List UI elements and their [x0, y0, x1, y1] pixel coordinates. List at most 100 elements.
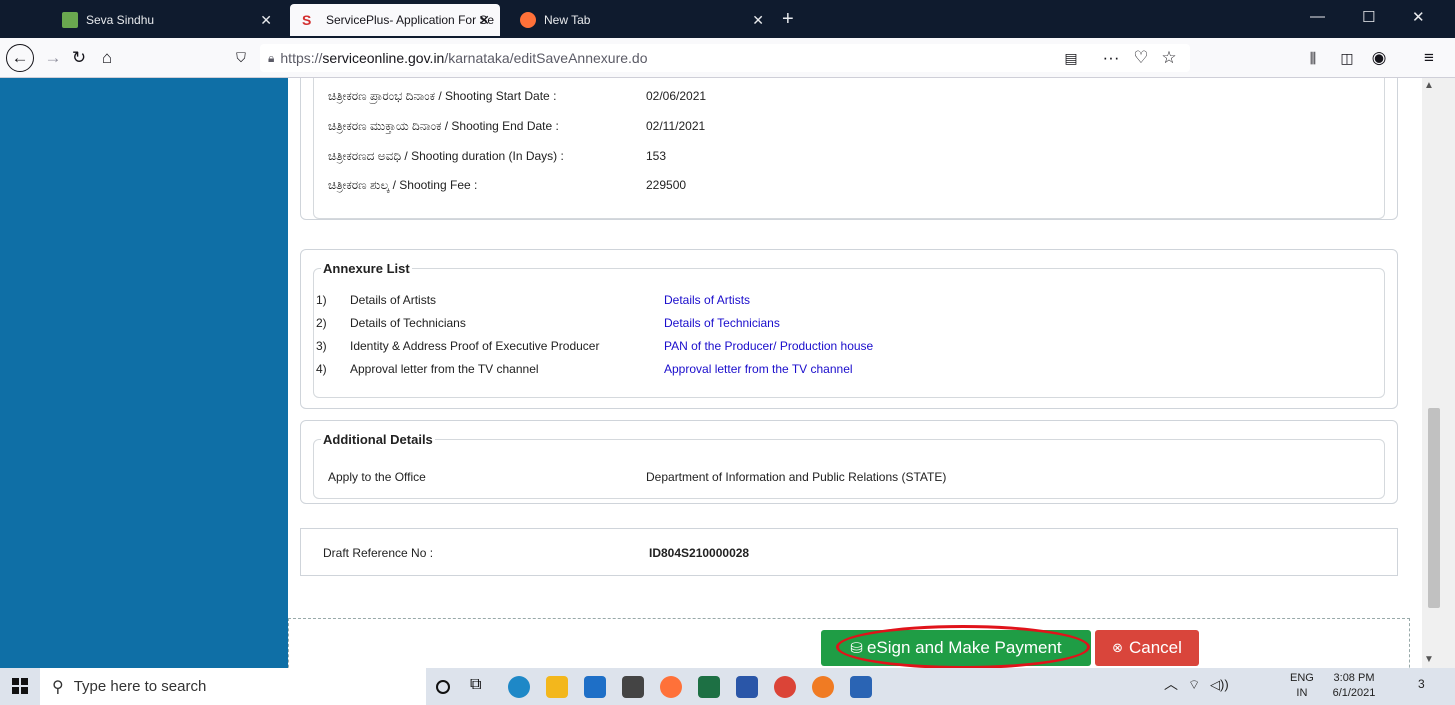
annexure-num: 1)	[316, 293, 327, 307]
back-button[interactable]: ←	[6, 44, 34, 72]
mail-icon[interactable]	[584, 676, 606, 698]
file-explorer-icon[interactable]	[546, 676, 568, 698]
tab-title: New Tab	[544, 13, 591, 27]
app-orange-icon[interactable]	[812, 676, 834, 698]
sidebar-icon[interactable]: ◫	[1334, 45, 1360, 71]
windows-taskbar: ⚲ Type here to search ⧉ ︿ ⌔ ◁)) ENG IN 3…	[0, 668, 1455, 705]
app-icon[interactable]	[736, 676, 758, 698]
close-icon[interactable]: ✕	[478, 12, 490, 29]
page-content: ಚಿತ್ರೀಕರಣ ಪ್ರಾರಂಭ ದಿನಾಂಕ / Shooting Star…	[0, 78, 1455, 668]
scroll-up-icon[interactable]: ▲	[1424, 80, 1434, 91]
page-scrollbar[interactable]: ▲ ▼	[1422, 78, 1455, 668]
seva-sindhu-favicon-icon	[62, 12, 78, 28]
address-bar[interactable]: 🔒︎ https://serviceonline.gov.in/karnatak…	[260, 44, 1190, 72]
serviceplus-favicon-icon: S	[302, 12, 312, 28]
scroll-down-icon[interactable]: ▼	[1424, 654, 1434, 665]
close-icon[interactable]: ✕	[752, 12, 764, 29]
firefox-icon[interactable]	[660, 676, 682, 698]
lang-top: ENG	[1290, 672, 1314, 684]
lock-icon: 🔒︎	[268, 50, 275, 65]
annexure-name: Details of Artists	[350, 293, 437, 307]
office-value: Department of Information and Public Rel…	[646, 470, 947, 484]
network-icon[interactable]: ⌔	[1188, 677, 1200, 692]
excel-icon[interactable]	[698, 676, 720, 698]
notification-icon[interactable]: 3	[1418, 677, 1425, 692]
additional-title: Additional Details	[321, 432, 435, 447]
menu-icon[interactable]: ≡	[1416, 45, 1442, 71]
main-area: ಚಿತ್ರೀಕರಣ ಪ್ರಾರಂಭ ದಿನಾಂಕ / Shooting Star…	[288, 78, 1422, 668]
shooting-fee-value: 229500	[646, 178, 687, 192]
tray-chevron-icon[interactable]: ︿	[1164, 677, 1178, 692]
annexure-name: Approval letter from the TV channel	[350, 362, 539, 376]
annexure-link-technicians[interactable]: Details of Technicians	[664, 316, 780, 330]
clock[interactable]: 3:08 PM 6/1/2021	[1324, 671, 1384, 701]
tracking-shield-icon[interactable]: ⛉	[228, 45, 254, 71]
tab-new-tab[interactable]: New Tab ✕	[508, 4, 774, 36]
annexure-panel: Annexure List 1) Details of Artists Deta…	[300, 249, 1398, 409]
annexure-name: Details of Technicians	[350, 316, 466, 330]
draft-reference-panel: Draft Reference No : ID804S210000028	[300, 528, 1398, 576]
shooting-end-value: 02/11/2021	[646, 119, 706, 133]
forward-button[interactable]: →	[40, 45, 66, 71]
cortana-icon[interactable]	[436, 680, 450, 694]
notepad-icon[interactable]	[850, 676, 872, 698]
edge-icon[interactable]	[508, 676, 530, 698]
close-window-button[interactable]: ✕	[1412, 8, 1425, 26]
clock-date: 6/1/2021	[1332, 687, 1376, 699]
additional-details-panel: Additional Details Apply to the Office D…	[300, 420, 1398, 504]
tab-seva-sindhu[interactable]: Seva Sindhu ✕	[50, 4, 282, 36]
store-icon[interactable]	[622, 676, 644, 698]
highlight-ring	[836, 625, 1090, 668]
annexure-fieldset: Annexure List 1) Details of Artists Deta…	[313, 261, 1385, 398]
language-indicator[interactable]: ENG IN	[1290, 671, 1314, 701]
clock-time: 3:08 PM	[1333, 672, 1375, 684]
shooting-fieldset: ಚಿತ್ರೀಕರಣ ಪ್ರಾರಂಭ ದಿನಾಂಕ / Shooting Star…	[313, 78, 1385, 219]
firefox-favicon-icon	[520, 12, 536, 28]
scrollbar-thumb[interactable]	[1428, 408, 1440, 608]
task-view-icon[interactable]: ⧉	[470, 676, 492, 698]
annexure-num: 2)	[316, 316, 327, 330]
pocket-icon[interactable]: ♡	[1128, 45, 1154, 71]
taskbar-search-input[interactable]: ⚲ Type here to search	[40, 668, 426, 705]
shooting-start-label: ಚಿತ್ರೀಕರಣ ಪ್ರಾರಂಭ ದಿನಾಂಕ / Shooting Star…	[328, 89, 557, 103]
annexure-link-artists[interactable]: Details of Artists	[664, 293, 750, 307]
lang-bottom: IN	[1296, 687, 1308, 699]
shooting-duration-label: ಚಿತ್ರೀಕರಣದ ಅವಧಿ / Shooting duration (In …	[328, 149, 564, 163]
annexure-link-pan[interactable]: PAN of the Producer/ Production house	[664, 339, 873, 353]
close-icon[interactable]: ✕	[260, 12, 272, 29]
annexure-title: Annexure List	[321, 261, 412, 276]
account-icon[interactable]: ◉	[1366, 45, 1392, 71]
search-placeholder: Type here to search	[73, 678, 207, 695]
volume-icon[interactable]: ◁))	[1210, 677, 1229, 692]
annexure-num: 3)	[316, 339, 327, 353]
bookmark-star-icon[interactable]: ☆	[1156, 45, 1182, 71]
maximize-button[interactable]: ☐	[1362, 8, 1375, 26]
tab-title: ServicePlus- Application For Se	[326, 13, 495, 27]
library-icon[interactable]: ⫼	[1300, 45, 1326, 71]
page-actions-icon[interactable]: ···	[1098, 45, 1124, 71]
reload-button[interactable]: ↻	[66, 45, 92, 71]
tab-title: Seva Sindhu	[86, 13, 155, 27]
url-host: serviceonline.gov.in	[322, 50, 445, 66]
reader-view-icon[interactable]: ▤	[1058, 45, 1084, 71]
annexure-name: Identity & Address Proof of Executive Pr…	[350, 339, 600, 353]
new-tab-button[interactable]: +	[782, 8, 794, 31]
notification-count: 3	[1418, 677, 1425, 691]
url-path: /karnataka/editSaveAnnexure.do	[444, 50, 648, 66]
home-icon[interactable]: ⌂	[94, 45, 120, 71]
annexure-link-approval[interactable]: Approval letter from the TV channel	[664, 362, 853, 376]
browser-tab-bar: Seva Sindhu ✕ S ServicePlus- Application…	[0, 0, 1455, 38]
cancel-button[interactable]: ⊗ Cancel	[1095, 630, 1199, 666]
additional-fieldset: Additional Details Apply to the Office D…	[313, 432, 1385, 499]
shooting-fee-label: ಚಿತ್ರೀಕರಣ ಶುಲ್ಕ / Shooting Fee :	[328, 178, 478, 192]
action-button-bar: ⛁ eSign and Make Payment ⊗ Cancel	[288, 618, 1410, 668]
left-blue-panel	[0, 78, 288, 668]
shooting-start-value: 02/06/2021	[646, 89, 707, 103]
windows-start-icon[interactable]	[12, 678, 28, 694]
chrome-icon[interactable]	[774, 676, 796, 698]
draft-reference-value: ID804S210000028	[649, 546, 750, 560]
cancel-icon: ⊗	[1112, 640, 1123, 655]
tab-serviceplus[interactable]: S ServicePlus- Application For Se ✕	[290, 4, 500, 36]
shooting-duration-value: 153	[646, 149, 667, 163]
minimize-button[interactable]: —	[1310, 8, 1325, 25]
